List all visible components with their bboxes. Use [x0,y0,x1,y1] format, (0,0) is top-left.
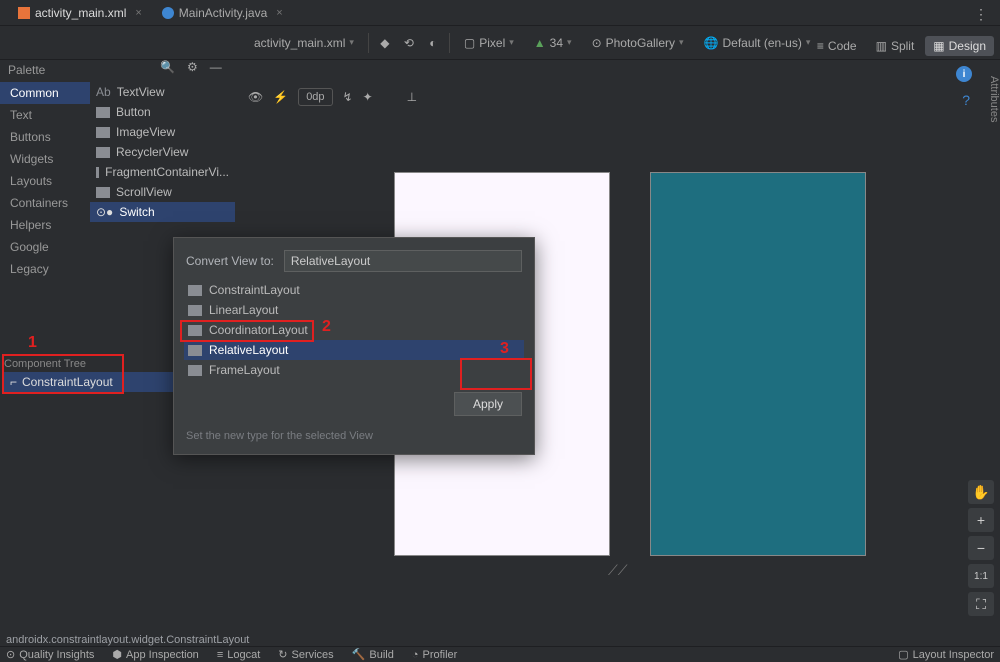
tab-main-activity[interactable]: MainActivity.java × [152,2,293,24]
palette-categories: Common Text Buttons Widgets Layouts Cont… [0,82,90,280]
view-mode-bar: ≡ Code ▥ Split ▦ Design [809,36,994,56]
attributes-panel-tab[interactable]: Attributes [980,70,1000,122]
build-button[interactable]: 🔨 Build [352,648,394,661]
logcat-button[interactable]: ≡ Logcat [217,649,260,661]
tab-activity-main[interactable]: activity_main.xml × [8,2,152,24]
apply-button[interactable]: Apply [454,392,522,416]
infer-constraints-icon[interactable]: ✦ [363,90,373,104]
tab-label: MainActivity.java [179,6,267,20]
close-icon[interactable]: × [276,7,282,19]
bottom-tool-bar: ⊙ Quality Insights ⬢ App Inspection ≡ Lo… [0,646,1000,662]
zoom-out-button[interactable]: − [968,536,994,560]
locale-dropdown[interactable]: 🌐 Default (en-us) ▾ [698,33,817,53]
blueprint-surface[interactable] [650,172,866,556]
category-common[interactable]: Common [0,82,90,104]
orientation-icon[interactable]: ⟲ [401,35,417,51]
pan-icon[interactable]: ✋ [968,480,994,504]
widget-imageview[interactable]: ImageView [90,122,235,142]
java-icon [162,7,174,19]
widget-switch[interactable]: ⊙●Switch [90,202,235,222]
split-view-button[interactable]: ▥ Split [868,36,923,56]
category-text[interactable]: Text [0,104,90,126]
category-buttons[interactable]: Buttons [0,126,90,148]
xml-icon [18,7,30,19]
palette-toolbar: 🔍 ⚙ — [160,60,222,74]
more-menu-icon[interactable]: ⋮ [974,6,988,23]
convert-view-input[interactable] [284,250,522,272]
help-icon[interactable]: ? [962,92,970,108]
widget-textview[interactable]: AbTextView [90,82,235,102]
profiler-button[interactable]: ◔ Profiler [412,649,458,661]
palette-widgets: AbTextView Button ImageView RecyclerView… [90,82,235,222]
annotation-label-1: 1 [28,334,37,352]
dialog-label: Convert View to: [186,254,274,268]
tab-label: activity_main.xml [35,6,126,20]
annotation-label-3: 3 [500,340,509,358]
autoconnect-icon[interactable]: ⚡ [273,90,288,104]
zoom-fit-button[interactable]: 1:1 [968,564,994,588]
zoom-in-button[interactable]: + [968,508,994,532]
widget-recyclerview[interactable]: RecyclerView [90,142,235,162]
default-margin[interactable]: 0dp [298,88,332,106]
category-legacy[interactable]: Legacy [0,258,90,280]
gear-icon[interactable]: ⚙ [187,60,198,74]
theme-dropdown[interactable]: ⊙ PhotoGallery ▾ [586,33,690,53]
device-dropdown[interactable]: ▢ Pixel ▾ [458,33,520,53]
clear-constraints-icon[interactable]: ↯ [343,90,353,104]
category-layouts[interactable]: Layouts [0,170,90,192]
constraint-layout-icon: ⌐ [10,375,17,389]
info-icon[interactable]: i [956,66,972,82]
widget-fragmentcontainer[interactable]: FragmentContainerVi... [90,162,235,182]
zoom-reset-button[interactable]: ⛶ [968,592,994,616]
layout-options-list: ConstraintLayout LinearLayout Coordinato… [174,280,534,386]
category-google[interactable]: Google [0,236,90,258]
option-relativelayout[interactable]: RelativeLayout [184,340,524,360]
option-linearlayout[interactable]: LinearLayout [184,300,524,320]
services-button[interactable]: ↻ Services [278,648,333,661]
convert-view-dialog: Convert View to: ConstraintLayout Linear… [173,237,535,455]
option-coordinatorlayout[interactable]: CoordinatorLayout [184,320,524,340]
night-mode-icon[interactable]: ◐ [425,35,441,51]
widget-scrollview[interactable]: ScrollView [90,182,235,202]
design-surface-icon[interactable]: ◆ [377,35,393,51]
code-view-button[interactable]: ≡ Code [809,36,865,56]
option-framelayout[interactable]: FrameLayout [184,360,524,380]
component-tree-header: Component Tree [4,358,86,370]
minimize-icon[interactable]: — [210,60,222,74]
layout-inspector-button[interactable]: ▢ Layout Inspector [898,648,994,661]
close-icon[interactable]: × [135,7,141,19]
status-text: androidx.constraintlayout.widget.Constra… [6,634,249,646]
design-sub-toolbar: 👁 ⚡ 0dp ↯ ✦ ⊥ [248,88,417,106]
guidelines-icon[interactable]: ⊥ [407,90,417,104]
search-icon[interactable]: 🔍 [160,60,175,74]
dialog-hint: Set the new type for the selected View [174,422,534,454]
file-dropdown[interactable]: activity_main.xml ▾ [248,33,360,53]
annotation-label-2: 2 [322,318,331,336]
zoom-tools: ✋ + − 1:1 ⛶ [968,480,996,616]
design-view-button[interactable]: ▦ Design [925,36,994,56]
category-helpers[interactable]: Helpers [0,214,90,236]
resize-handle-icon[interactable]: ⟋⟋ [608,562,628,579]
quality-insights-button[interactable]: ⊙ Quality Insights [6,648,94,661]
category-widgets[interactable]: Widgets [0,148,90,170]
app-inspection-button[interactable]: ⬢ App Inspection [112,648,198,661]
api-dropdown[interactable]: ▲ 34 ▾ [528,33,578,53]
category-containers[interactable]: Containers [0,192,90,214]
option-constraintlayout[interactable]: ConstraintLayout [184,280,524,300]
editor-tabs: activity_main.xml × MainActivity.java × … [0,0,1000,26]
widget-button[interactable]: Button [90,102,235,122]
visibility-icon[interactable]: 👁 [248,90,263,104]
